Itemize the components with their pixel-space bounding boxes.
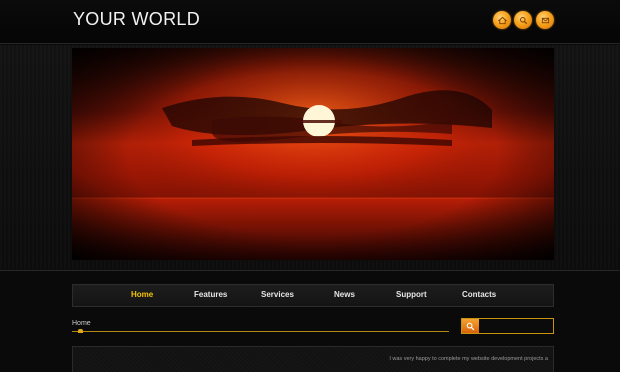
mail-icon: [541, 17, 549, 23]
main-nav: Home Features Services News Support Cont…: [72, 284, 554, 307]
slide-image-sunset: [72, 48, 554, 260]
nav-item-features[interactable]: Features: [194, 290, 227, 299]
site-header: YOUR WORLD: [0, 0, 620, 44]
image-slider: [0, 45, 620, 298]
home-button[interactable]: [493, 11, 511, 29]
header-search-button[interactable]: [514, 11, 532, 29]
nav-item-services[interactable]: Services: [261, 290, 294, 299]
site-logo[interactable]: YOUR WORLD: [73, 9, 200, 30]
search-icon: [466, 322, 475, 330]
home-icon: [497, 16, 507, 24]
search-input[interactable]: [480, 319, 553, 333]
content-panel: I was very happy to complete my website …: [72, 346, 554, 372]
testimonial-text: I was very happy to complete my website …: [389, 356, 548, 362]
nav-item-support[interactable]: Support: [396, 290, 427, 299]
search-icon: [519, 16, 527, 24]
mail-button[interactable]: [536, 11, 554, 29]
nav-item-home[interactable]: Home: [131, 290, 153, 299]
nav-item-contacts[interactable]: Contacts: [462, 290, 496, 299]
nav-item-news[interactable]: News: [334, 290, 355, 299]
breadcrumb-divider: [72, 331, 449, 332]
search-box: [461, 318, 554, 334]
breadcrumb-marker: [78, 329, 83, 333]
search-button[interactable]: [462, 319, 479, 333]
breadcrumb: Home: [72, 320, 91, 327]
